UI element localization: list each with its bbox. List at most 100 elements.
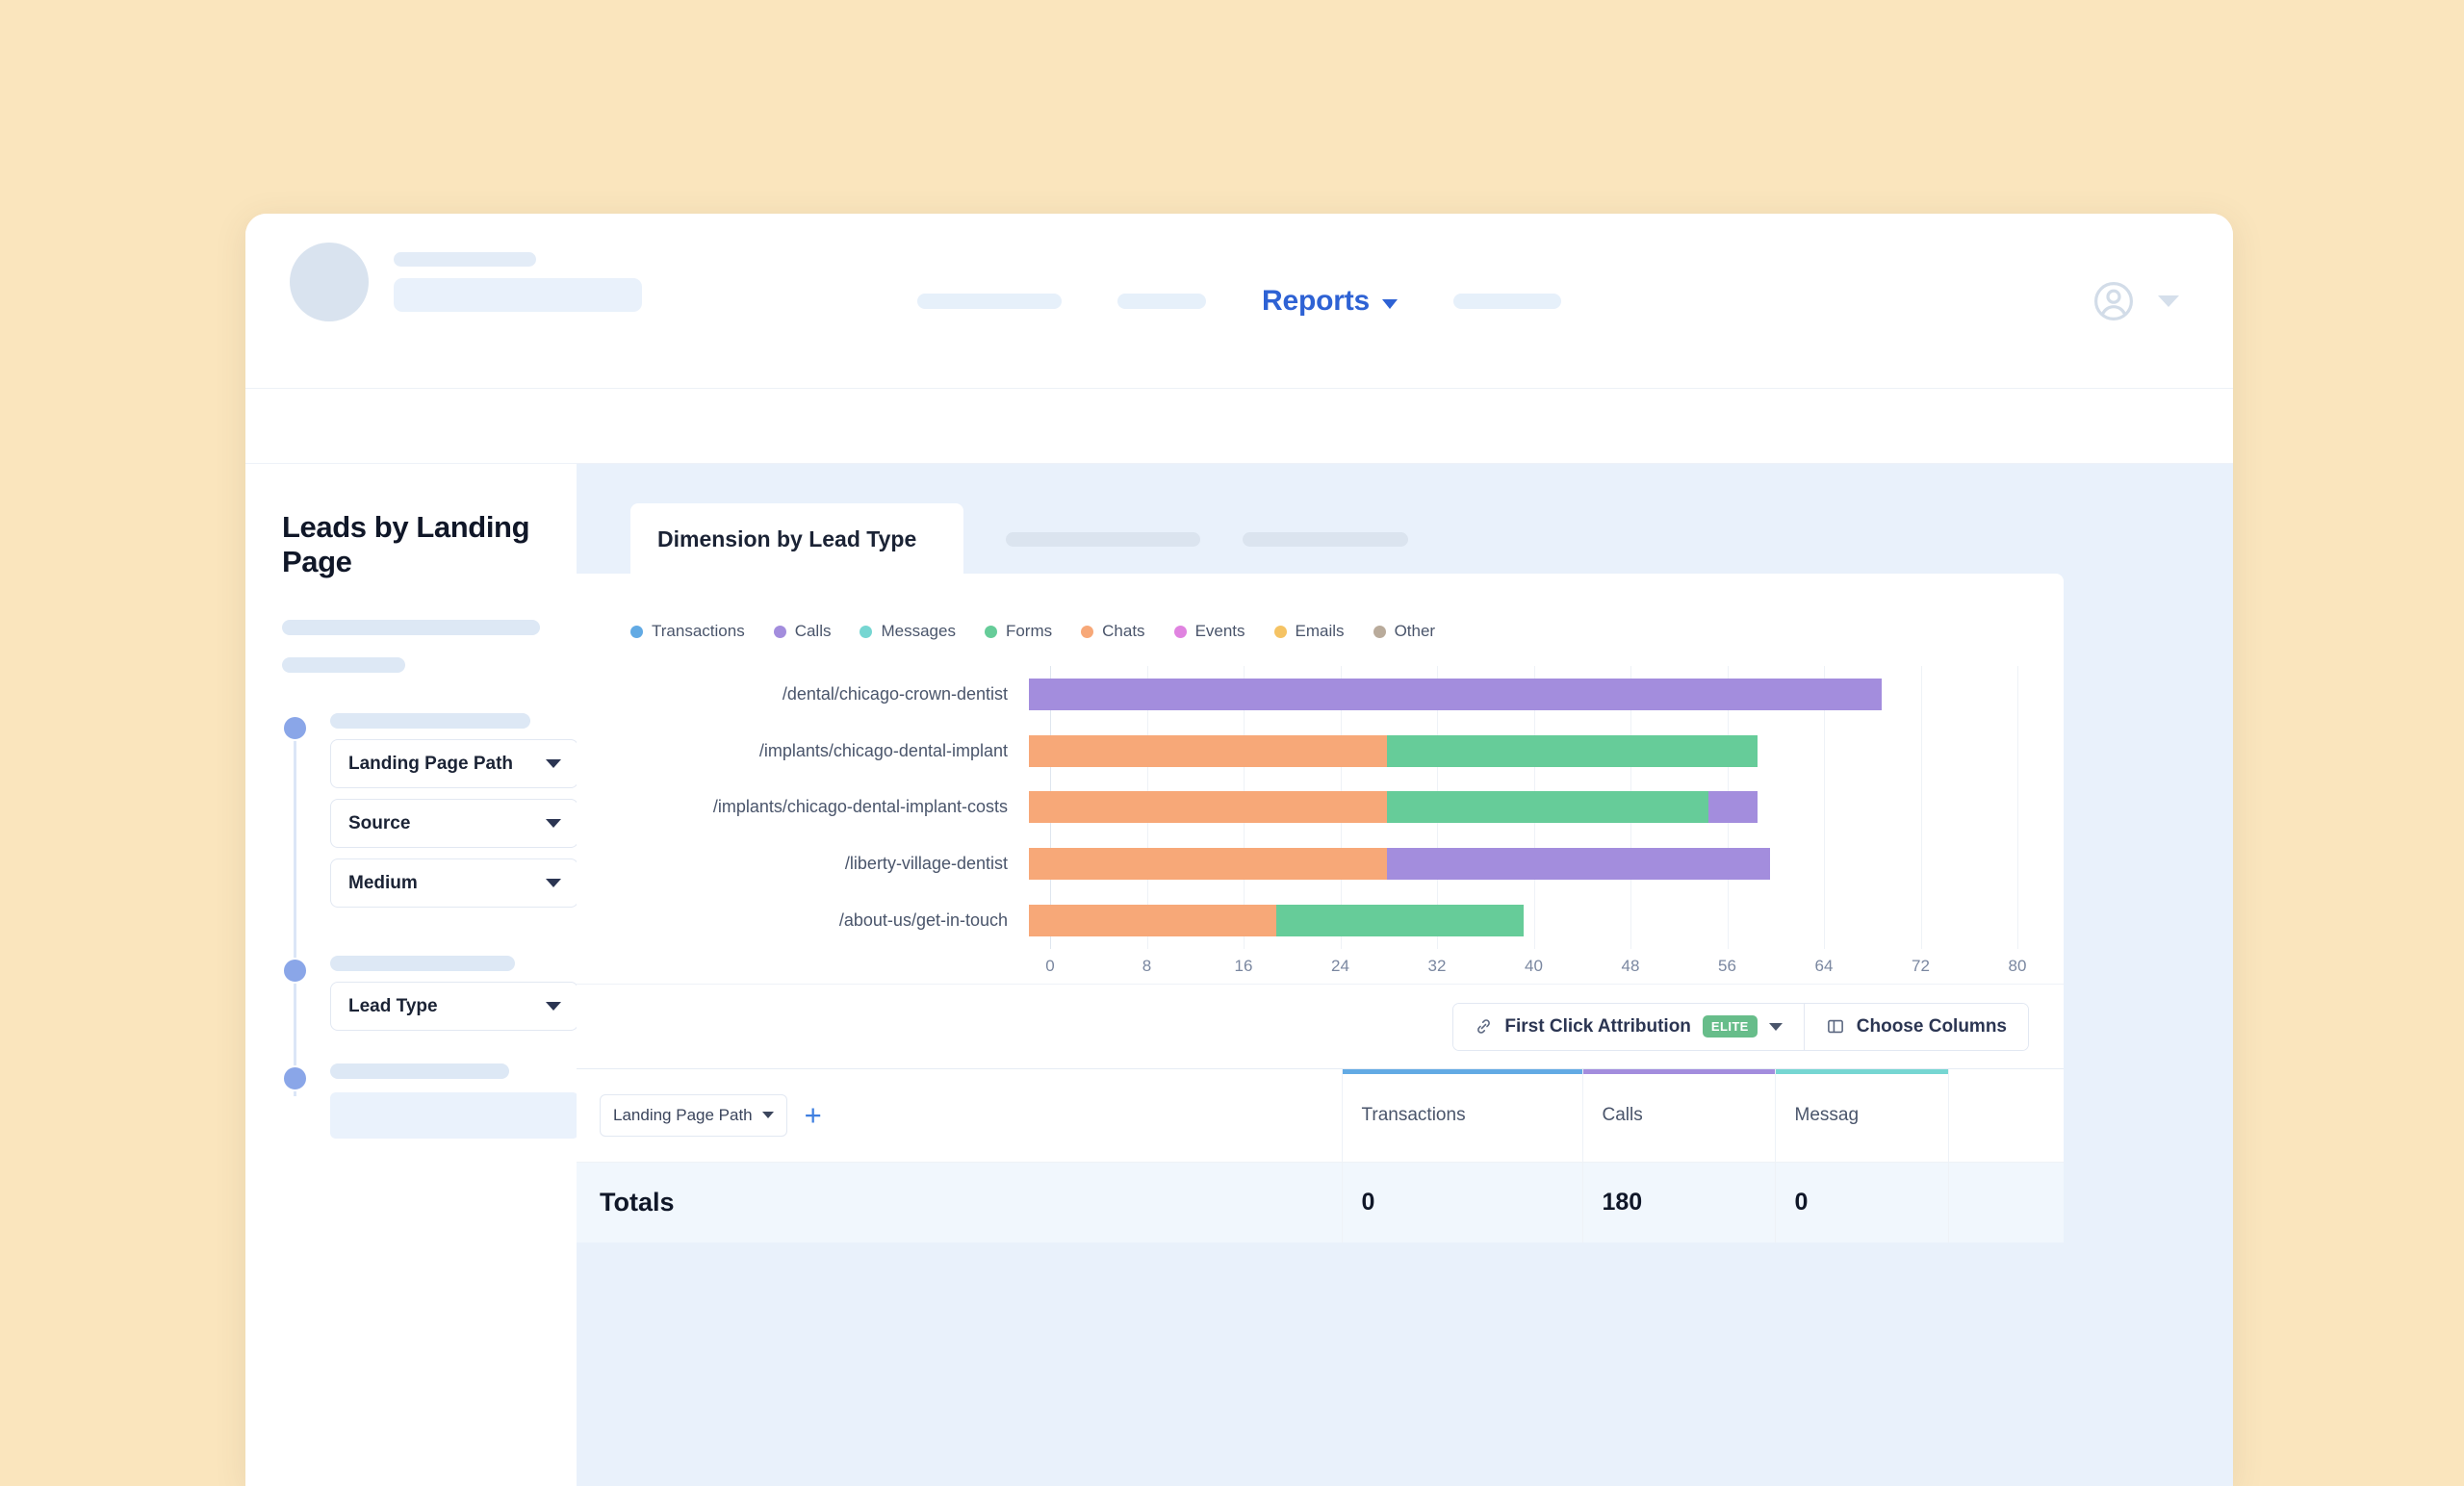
app-body: Leads by Landing Page Landing Page Path … (245, 464, 2233, 1486)
select-medium[interactable]: Medium (330, 858, 578, 908)
link-icon (1475, 1017, 1493, 1036)
page-title: Leads by Landing Page (282, 510, 530, 578)
legend-label: Emails (1295, 622, 1345, 640)
nav-item-placeholder-2[interactable] (1117, 294, 1207, 309)
select-source[interactable]: Source (330, 799, 578, 848)
legend-label: Forms (1005, 622, 1053, 640)
nav-item-reports[interactable]: Reports (1262, 285, 1398, 318)
x-axis-tick-label: 48 (1621, 957, 1640, 975)
legend-item-emails[interactable]: Emails (1273, 622, 1345, 641)
legend-swatch-icon (984, 625, 997, 638)
table-header-messages[interactable]: Messag (1774, 1069, 1948, 1163)
columns-icon (1826, 1017, 1845, 1036)
filter-step-lead-type: Lead Type (282, 956, 578, 1031)
results-table: Landing Page Path + Transactions Calls M… (577, 1068, 2064, 1243)
column-accent-bar (1342, 1069, 1582, 1074)
legend-item-calls[interactable]: Calls (773, 622, 831, 641)
legend-item-events[interactable]: Events (1173, 622, 1245, 641)
legend-swatch-icon (1273, 625, 1287, 638)
sidebar-placeholder-line-2 (282, 657, 405, 673)
select-lead-type[interactable]: Lead Type (330, 982, 578, 1031)
x-axis-tick-label: 64 (1814, 957, 1834, 975)
account-menu[interactable] (2091, 278, 2179, 324)
main-content: Dimension by Lead Type Transactions Calls… (577, 464, 2233, 1486)
add-dimension-button[interactable]: + (795, 1098, 832, 1132)
app-window: Reports Leads by Landing Page Landing Pa… (245, 214, 2233, 1486)
legend-label: Transactions (652, 622, 745, 640)
chart-bar-segment-chats[interactable] (1029, 905, 1276, 937)
x-axis-tick-label: 16 (1234, 957, 1253, 975)
choose-columns-button[interactable]: Choose Columns (1803, 1003, 2028, 1050)
table-header-calls-label: Calls (1602, 1104, 1643, 1125)
sidebar: Leads by Landing Page Landing Page Path … (245, 464, 578, 1486)
chart-bar-row: /about-us/get-in-touch (577, 905, 2017, 937)
table-header-spacer (1947, 1069, 2064, 1163)
chart-bar-row: /dental/chicago-crown-dentist (577, 678, 2017, 710)
top-navigation-bar: Reports (245, 214, 2233, 389)
filter-timeline: Landing Page Path Source Medium Lead Typ… (282, 713, 578, 1139)
tab-dimension-by-lead-type[interactable]: Dimension by Lead Type (630, 503, 963, 574)
legend-item-chats[interactable]: Chats (1081, 622, 1145, 641)
legend-label: Messages (881, 622, 956, 640)
nav-item-placeholder-1[interactable] (917, 294, 1063, 309)
select-lead-type-label: Lead Type (348, 995, 438, 1016)
table-header-calls[interactable]: Calls (1581, 1069, 1775, 1163)
table-header-transactions[interactable]: Transactions (1341, 1069, 1582, 1163)
legend-item-transactions[interactable]: Transactions (630, 622, 745, 641)
dimension-chip-label: Landing Page Path (613, 1105, 753, 1124)
legend-item-forms[interactable]: Forms (984, 622, 1053, 641)
legend-item-messages[interactable]: Messages (860, 622, 956, 641)
first-click-attribution-button[interactable]: First Click Attribution ELITE (1453, 1003, 1804, 1050)
chevron-down-icon (2158, 295, 2179, 307)
chart-bar-segment-chats[interactable] (1029, 848, 1388, 881)
filter-step-label-placeholder (330, 1063, 509, 1079)
chart-bar-segment-calls[interactable] (1387, 848, 1771, 881)
chart-bar-segment-chats[interactable] (1029, 734, 1388, 767)
column-accent-bar (1775, 1069, 1948, 1074)
user-circle-icon (2091, 278, 2137, 324)
nav-item-placeholder-3[interactable] (1452, 294, 1561, 309)
nav-items: Reports (245, 214, 2233, 389)
elite-badge: ELITE (1702, 1015, 1758, 1038)
chart-bar-row: /liberty-village-dentist (577, 848, 2017, 881)
timeline-dot-icon (282, 715, 308, 741)
legend-swatch-icon (630, 625, 643, 638)
dimension-chip-landing-page-path[interactable]: Landing Page Path (600, 1093, 787, 1137)
x-axis-tick-label: 0 (1045, 957, 1055, 975)
chart-bar-segment-calls[interactable] (1708, 791, 1758, 824)
select-landing-page-path[interactable]: Landing Page Path (330, 739, 578, 788)
filter-step-content-placeholder[interactable] (330, 1092, 578, 1139)
legend-swatch-icon (773, 625, 786, 638)
x-axis-tick-label: 32 (1427, 957, 1447, 975)
chart-bar-track (1029, 905, 2017, 937)
chart-legend: Transactions Calls Messages Forms Chats Event… (577, 574, 2064, 641)
chart-category-label: /liberty-village-dentist (844, 854, 1008, 874)
totals-label: Totals (577, 1162, 1342, 1243)
filter-step-label-placeholder (330, 956, 515, 971)
totals-transactions: 0 (1341, 1162, 1582, 1243)
tab-placeholder-1[interactable] (1006, 532, 1200, 547)
chart-bar-segment-forms[interactable] (1387, 791, 1709, 824)
column-accent-bar (1582, 1069, 1775, 1074)
chevron-down-icon (546, 759, 561, 768)
legend-swatch-icon (1173, 625, 1187, 638)
chart-bar-track (1029, 791, 2017, 824)
timeline-dot-icon (282, 958, 308, 984)
tab-placeholder-2[interactable] (1243, 532, 1408, 547)
chart-bar-segment-calls[interactable] (1029, 678, 1882, 710)
chart-bar-segment-forms[interactable] (1387, 734, 1758, 767)
x-axis-tick-label: 56 (1718, 957, 1736, 975)
totals-messages: 0 (1774, 1162, 1948, 1243)
timeline-dot-icon (282, 1065, 308, 1091)
chart-category-label: /implants/chicago-dental-implant-costs (712, 797, 1008, 817)
chart-bar-track (1029, 678, 2017, 710)
chart-bar-segment-chats[interactable] (1029, 791, 1388, 824)
chart-bar-segment-forms[interactable] (1275, 905, 1524, 937)
chart-bar-track (1029, 734, 2017, 767)
totals-spacer (1947, 1162, 2064, 1243)
toolbar-button-group: First Click Attribution ELITE Choose Col… (1452, 1002, 2029, 1051)
sidebar-placeholder-line-1 (282, 620, 540, 635)
legend-item-other[interactable]: Other (1373, 622, 1435, 641)
table-header-dimension: Landing Page Path + (577, 1069, 1342, 1163)
